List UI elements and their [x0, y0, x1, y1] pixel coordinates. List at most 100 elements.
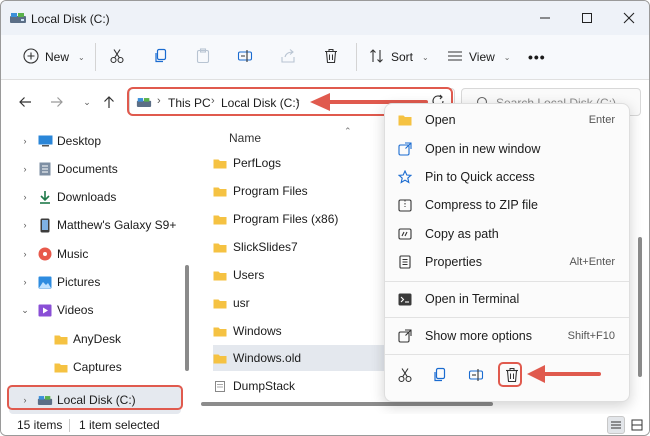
- videos-icon: [37, 303, 53, 317]
- menu-item-label: Open: [425, 113, 456, 127]
- explorer-window: Local Disk (C:) New ⌄ Sort ⌄ View ⌄ ••• …: [0, 0, 650, 436]
- menu-item-open-new-window[interactable]: Open in new window: [393, 135, 623, 163]
- horizontal-scrollbar[interactable]: [201, 402, 493, 406]
- vertical-scrollbar[interactable]: [638, 237, 642, 377]
- sidebar-item-label: Music: [57, 247, 89, 261]
- sidebar-item-label: Documents: [57, 162, 118, 176]
- chevron-right-icon[interactable]: ›: [19, 220, 31, 230]
- delete-button[interactable]: [323, 47, 339, 67]
- scissors-icon: [398, 368, 412, 383]
- chevron-down-icon[interactable]: ⌄: [19, 305, 31, 316]
- copy-icon: [153, 48, 169, 67]
- sidebar-item-anydesk[interactable]: AnyDesk: [1, 325, 183, 353]
- file-icon: [215, 380, 225, 392]
- paste-icon: [195, 47, 211, 67]
- menu-item-compress-zip[interactable]: Compress to ZIP file: [393, 191, 623, 219]
- more-options-button[interactable]: •••: [528, 47, 546, 67]
- menu-item-label: Compress to ZIP file: [425, 198, 539, 212]
- menu-item-open[interactable]: Open Enter: [393, 106, 623, 134]
- sidebar-item-label: Downloads: [57, 190, 117, 204]
- status-bar: 15 items 1 item selected: [1, 414, 649, 435]
- drive-icon: [9, 11, 27, 25]
- column-header-name[interactable]: Name: [229, 131, 261, 145]
- sidebar-item-phone[interactable]: › Matthew's Galaxy S9+: [1, 211, 183, 239]
- menu-rename-button[interactable]: [464, 363, 488, 387]
- menu-divider: [385, 354, 629, 355]
- view-icon: [447, 48, 463, 67]
- rename-button[interactable]: [237, 47, 253, 67]
- chevron-right-icon[interactable]: ›: [19, 136, 31, 146]
- open-icon: [397, 112, 413, 128]
- menu-copy-button[interactable]: [428, 363, 452, 387]
- menu-item-pin-quick-access[interactable]: Pin to Quick access: [393, 163, 623, 191]
- sidebar-item-videos[interactable]: ⌄ Videos: [1, 296, 183, 324]
- menu-item-show-more-options[interactable]: Show more options Shift+F10: [393, 322, 623, 350]
- ellipsis-icon: •••: [528, 49, 546, 65]
- back-button[interactable]: [15, 92, 35, 112]
- sidebar-item-captures[interactable]: Captures: [1, 353, 183, 381]
- sidebar-item-music[interactable]: › Music: [1, 240, 183, 268]
- share-button[interactable]: [280, 47, 296, 67]
- copy-button[interactable]: [153, 47, 169, 67]
- maximize-button[interactable]: [578, 9, 596, 27]
- file-name: SlickSlides7: [233, 240, 298, 254]
- chevron-right-icon[interactable]: ›: [19, 277, 31, 287]
- window-title: Local Disk (C:): [31, 12, 110, 26]
- file-name: Program Files: [233, 184, 308, 198]
- file-name: usr: [233, 296, 250, 310]
- sidebar-item-documents[interactable]: › Documents: [1, 155, 183, 183]
- tiles-view-icon: [631, 419, 643, 431]
- menu-item-shortcut: Alt+Enter: [569, 256, 615, 268]
- folder-icon: [213, 243, 227, 252]
- menu-item-label: Copy as path: [425, 227, 499, 241]
- view-label: View: [469, 50, 495, 64]
- more-options-icon: [397, 328, 413, 344]
- menu-item-open-terminal[interactable]: Open in Terminal: [393, 285, 623, 313]
- new-button[interactable]: New ⌄: [23, 47, 85, 67]
- folder-icon: [213, 271, 227, 280]
- menu-item-label: Show more options: [425, 329, 533, 343]
- downloads-icon: [37, 190, 53, 204]
- sidebar-item-pictures[interactable]: › Pictures: [1, 268, 183, 296]
- selection-count: 1 item selected: [79, 418, 160, 432]
- forward-button[interactable]: [47, 92, 67, 112]
- file-name: Program Files (x86): [233, 212, 339, 226]
- chevron-right-icon[interactable]: ›: [19, 249, 31, 259]
- sidebar-scrollbar[interactable]: [185, 265, 189, 371]
- details-view-button[interactable]: [607, 416, 625, 434]
- new-label: New: [45, 50, 70, 64]
- up-button[interactable]: [99, 92, 119, 112]
- menu-divider: [385, 281, 629, 282]
- toolbar-divider: [95, 43, 96, 71]
- command-bar: New ⌄ Sort ⌄ View ⌄ •••: [1, 35, 649, 80]
- minimize-button[interactable]: [536, 9, 554, 27]
- tiles-view-button[interactable]: [628, 416, 646, 434]
- folder-icon: [213, 327, 227, 336]
- menu-item-properties[interactable]: Properties Alt+Enter: [393, 248, 623, 276]
- view-button[interactable]: View ⌄: [447, 47, 511, 67]
- trash-icon: [323, 48, 339, 67]
- sort-label: Sort: [391, 50, 414, 64]
- menu-item-label: Properties: [425, 255, 482, 269]
- cut-button[interactable]: [109, 47, 125, 67]
- folder-icon: [53, 332, 69, 346]
- sidebar-item-label: Matthew's Galaxy S9+: [57, 218, 177, 232]
- paste-button[interactable]: [195, 47, 211, 67]
- menu-item-shortcut: Shift+F10: [567, 330, 615, 342]
- sidebar-item-desktop[interactable]: › Desktop: [1, 127, 183, 155]
- file-name: Windows.old: [233, 351, 302, 365]
- chevron-right-icon[interactable]: ›: [19, 192, 31, 202]
- menu-item-copy-path[interactable]: Copy as path: [393, 220, 623, 248]
- rename-icon: [237, 48, 253, 67]
- new-window-icon: [397, 141, 413, 157]
- sidebar-highlight-box: [7, 385, 183, 410]
- toolbar-divider: [356, 43, 357, 71]
- recent-locations-button[interactable]: ⌄: [77, 92, 97, 112]
- plus-icon: [23, 47, 39, 67]
- details-view-icon: [611, 421, 621, 429]
- sort-button[interactable]: Sort ⌄: [369, 47, 429, 67]
- close-button[interactable]: [620, 9, 638, 27]
- sidebar-item-downloads[interactable]: › Downloads: [1, 183, 183, 211]
- chevron-right-icon[interactable]: ›: [19, 164, 31, 174]
- menu-cut-button[interactable]: [393, 363, 417, 387]
